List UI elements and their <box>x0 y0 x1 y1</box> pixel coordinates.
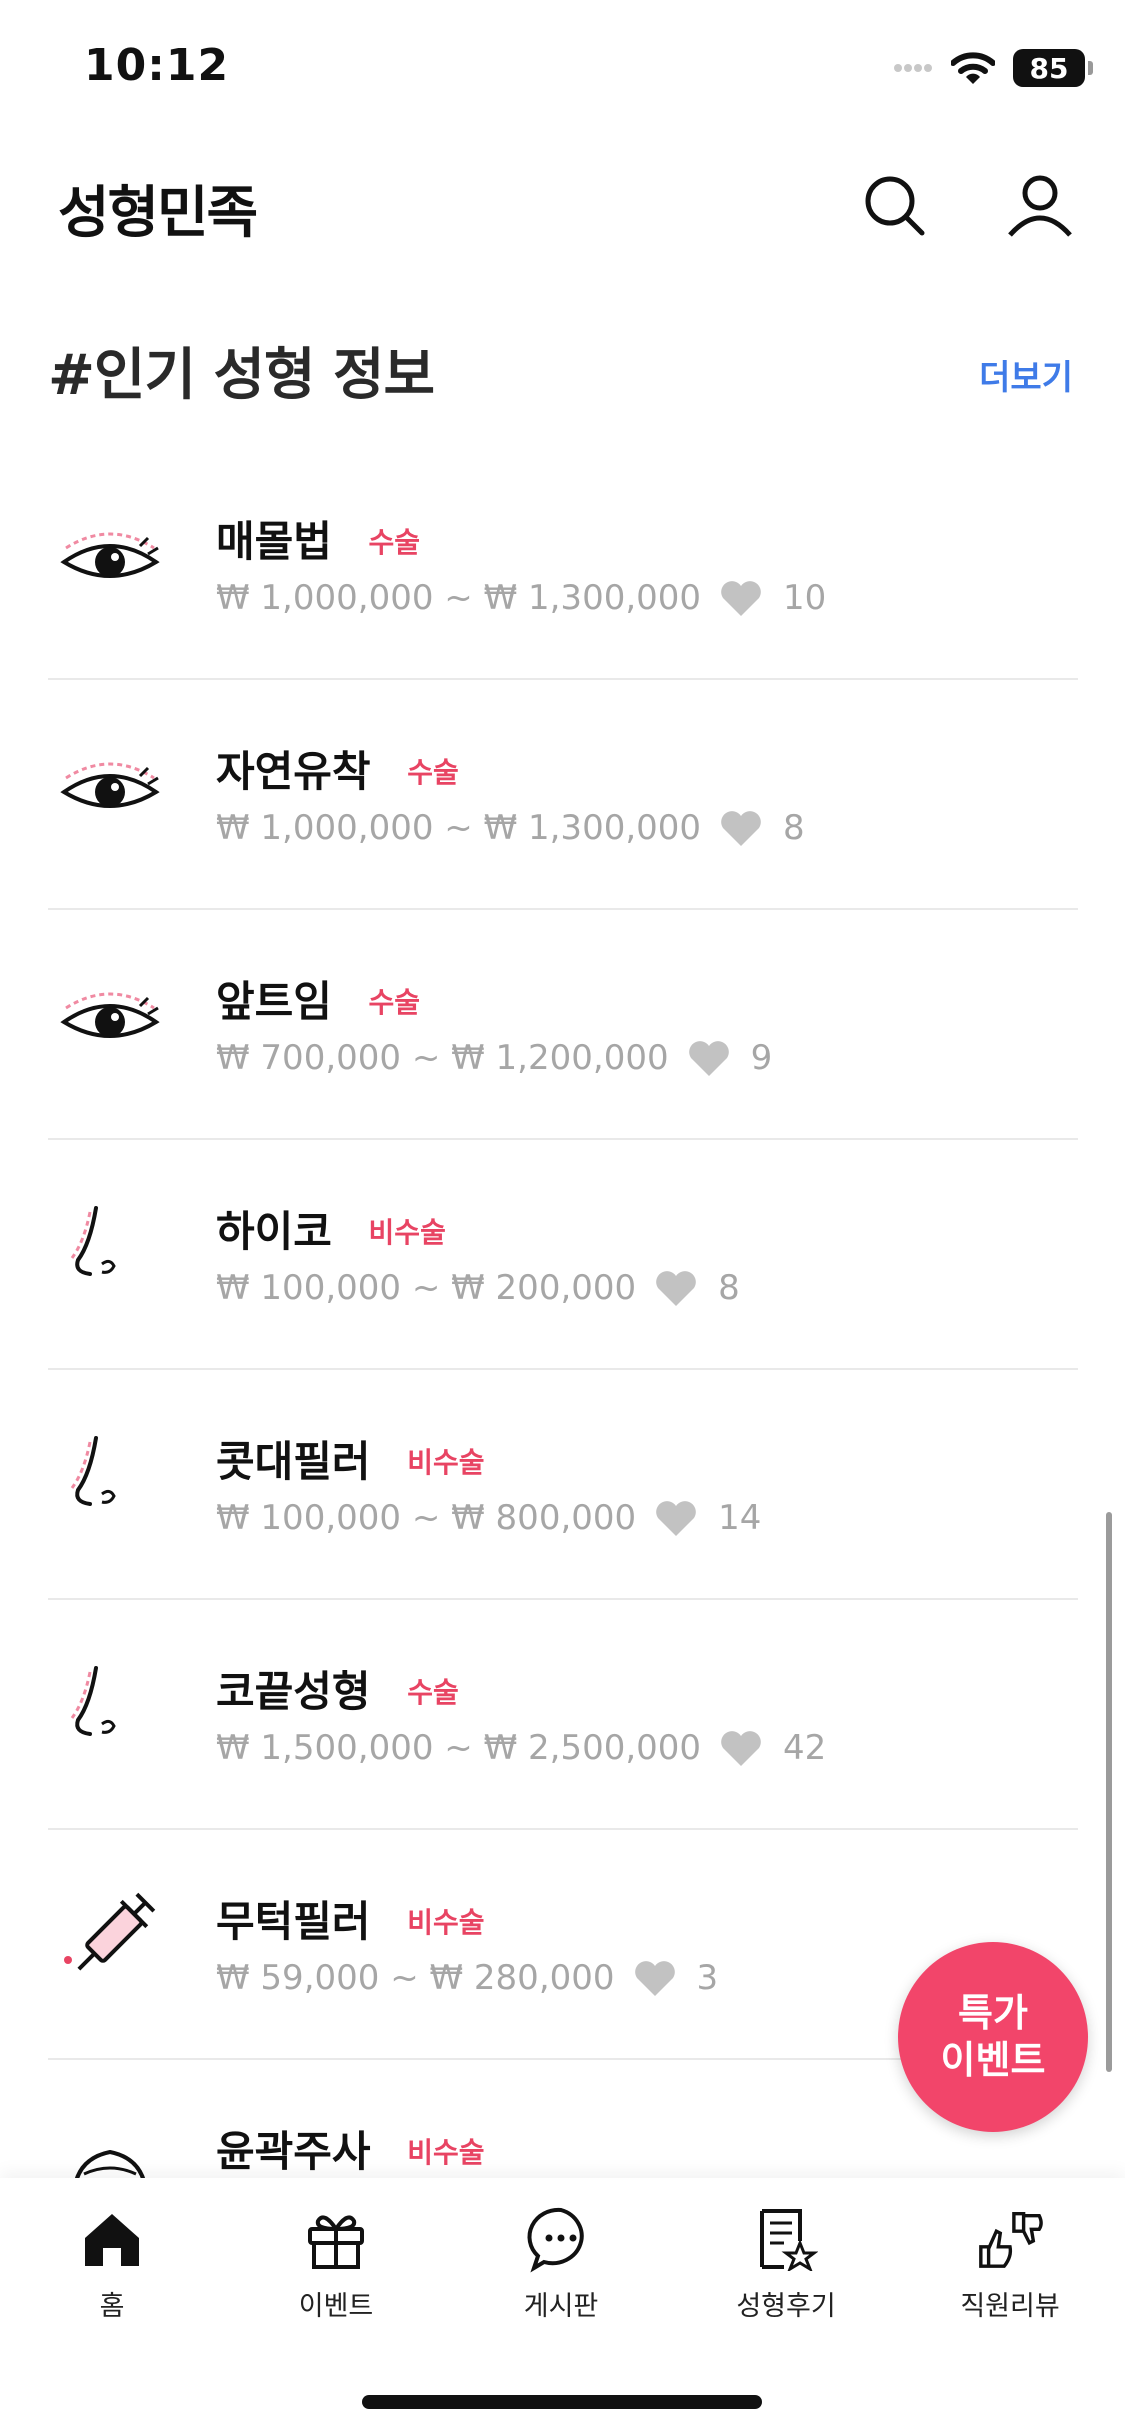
item-price: ₩ 100,000 ~ ₩ 800,000 <box>216 1498 637 1538</box>
item-likes: 42 <box>783 1728 827 1768</box>
item-likes: 14 <box>718 1498 762 1538</box>
item-price: ₩ 700,000 ~ ₩ 1,200,000 <box>216 1038 669 1078</box>
tab-label: 홈 <box>99 2291 125 2322</box>
item-name: 코끝성형 <box>216 1667 371 1716</box>
nose-icon <box>54 1192 166 1304</box>
tab-label: 이벤트 <box>298 2291 374 2322</box>
fab-label-line1: 특가 <box>958 1990 1028 2035</box>
item-tag: 비수술 <box>407 2135 485 2169</box>
item-likes: 9 <box>750 1038 773 1078</box>
item-tag: 수술 <box>407 1675 459 1709</box>
heart-icon[interactable] <box>719 1728 763 1768</box>
status-time: 10:12 <box>84 40 230 91</box>
syringe-icon <box>54 1882 166 1994</box>
heart-icon[interactable] <box>719 578 763 618</box>
item-meta: ₩ 700,000 ~ ₩ 1,200,000 9 <box>216 1038 772 1078</box>
review-icon <box>751 2204 821 2274</box>
item-price: ₩ 1,000,000 ~ ₩ 1,300,000 <box>216 808 702 848</box>
heart-icon[interactable] <box>654 1498 698 1538</box>
item-name: 자연유착 <box>216 747 371 796</box>
battery-level: 85 <box>1029 51 1069 85</box>
heart-icon[interactable] <box>687 1038 731 1078</box>
item-name: 윤곽주사 <box>216 2127 371 2176</box>
tab-label: 직원리뷰 <box>960 2291 1060 2322</box>
item-tag: 비수술 <box>407 1905 485 1939</box>
list-item[interactable]: 하이코 비수술 ₩ 100,000 ~ ₩ 200,000 8 <box>48 1140 1078 1370</box>
item-title: 앞트임 수술 <box>216 968 420 1029</box>
tab-staff-review[interactable]: 직원리뷰 <box>910 2204 1110 2324</box>
item-title: 코끝성형 수술 <box>216 1658 459 1719</box>
eye-icon <box>54 502 166 614</box>
list-item[interactable]: 매몰법 수술 ₩ 1,000,000 ~ ₩ 1,300,000 10 <box>48 450 1078 680</box>
item-name: 앞트임 <box>216 977 332 1026</box>
list-item[interactable]: 자연유착 수술 ₩ 1,000,000 ~ ₩ 1,300,000 8 <box>48 680 1078 910</box>
list-item[interactable]: 콧대필러 비수술 ₩ 100,000 ~ ₩ 800,000 14 <box>48 1370 1078 1600</box>
item-name: 무턱필러 <box>216 1897 371 1946</box>
more-link[interactable]: 더보기 <box>979 350 1073 399</box>
list-item[interactable]: 앞트임 수술 ₩ 700,000 ~ ₩ 1,200,000 9 <box>48 910 1078 1140</box>
item-title: 윤곽주사 비수술 <box>216 2118 484 2179</box>
fab-label-line2: 이벤트 <box>940 2038 1046 2082</box>
item-tag: 비수술 <box>368 1215 446 1249</box>
item-title: 무턱필러 비수술 <box>216 1888 484 1949</box>
item-tag: 수술 <box>368 985 421 1019</box>
heart-icon[interactable] <box>633 1958 677 1998</box>
tab-home[interactable]: 홈 <box>12 2204 212 2324</box>
item-title: 콧대필러 비수술 <box>216 1428 484 1489</box>
item-meta: ₩ 1,000,000 ~ ₩ 1,300,000 8 <box>216 808 805 848</box>
tab-label: 게시판 <box>523 2291 599 2322</box>
item-likes: 8 <box>783 808 805 848</box>
nose-icon <box>54 1422 166 1534</box>
brand-logo[interactable]: 성형민족 <box>58 168 258 249</box>
nose-icon <box>54 1652 166 1764</box>
special-event-button[interactable]: 특가 이벤트 <box>898 1942 1088 2132</box>
item-likes: 10 <box>783 578 827 618</box>
item-name: 하이코 <box>216 1207 332 1256</box>
item-tag: 수술 <box>407 755 459 789</box>
item-name: 매몰법 <box>216 517 332 566</box>
item-likes: 3 <box>696 1958 719 1998</box>
section-title: #인기 성형 정보 <box>48 343 435 408</box>
wifi-icon <box>951 52 995 84</box>
tab-event[interactable]: 이벤트 <box>236 2204 436 2324</box>
status-bar: 10:12 85 <box>0 0 1125 140</box>
item-price: ₩ 100,000 ~ ₩ 200,000 <box>216 1268 637 1308</box>
list-item[interactable]: 코끝성형 수술 ₩ 1,500,000 ~ ₩ 2,500,000 42 <box>48 1600 1078 1830</box>
item-title: 자연유착 수술 <box>216 738 459 799</box>
battery-indicator: 85 <box>1013 49 1093 87</box>
search-icon[interactable] <box>855 166 935 246</box>
chat-icon <box>526 2204 596 2274</box>
item-tag: 수술 <box>368 525 421 559</box>
item-price: ₩ 1,000,000 ~ ₩ 1,300,000 <box>216 578 702 618</box>
tab-review[interactable]: 성형후기 <box>686 2204 886 2324</box>
item-title: 매몰법 수술 <box>216 508 420 569</box>
heart-icon[interactable] <box>654 1268 698 1308</box>
item-meta: ₩ 1,000,000 ~ ₩ 1,300,000 10 <box>216 578 826 618</box>
item-name: 콧대필러 <box>216 1437 371 1486</box>
home-indicator[interactable] <box>362 2395 762 2409</box>
user-icon[interactable] <box>1000 166 1080 246</box>
item-meta: ₩ 100,000 ~ ₩ 800,000 14 <box>216 1498 761 1538</box>
item-price: ₩ 1,500,000 ~ ₩ 2,500,000 <box>216 1728 702 1768</box>
item-meta: ₩ 1,500,000 ~ ₩ 2,500,000 42 <box>216 1728 826 1768</box>
eye-icon <box>54 732 166 844</box>
gift-icon <box>301 2204 371 2274</box>
app-header: 성형민족 <box>0 150 1125 260</box>
tab-board[interactable]: 게시판 <box>461 2204 661 2324</box>
item-meta: ₩ 59,000 ~ ₩ 280,000 3 <box>216 1958 718 1998</box>
signal-icon <box>894 64 932 72</box>
tab-label: 성형후기 <box>736 2291 836 2322</box>
item-likes: 8 <box>718 1268 740 1308</box>
scrollbar[interactable] <box>1106 1512 1112 2072</box>
item-meta: ₩ 100,000 ~ ₩ 200,000 8 <box>216 1268 740 1308</box>
status-indicators: 85 <box>893 48 1093 88</box>
eye-icon <box>54 962 166 1074</box>
heart-icon[interactable] <box>719 808 763 848</box>
home-icon <box>77 2204 147 2274</box>
item-price: ₩ 59,000 ~ ₩ 280,000 <box>216 1958 615 1998</box>
item-title: 하이코 비수술 <box>216 1198 446 1259</box>
item-tag: 비수술 <box>407 1445 485 1479</box>
thumbs-icon <box>975 2204 1045 2274</box>
